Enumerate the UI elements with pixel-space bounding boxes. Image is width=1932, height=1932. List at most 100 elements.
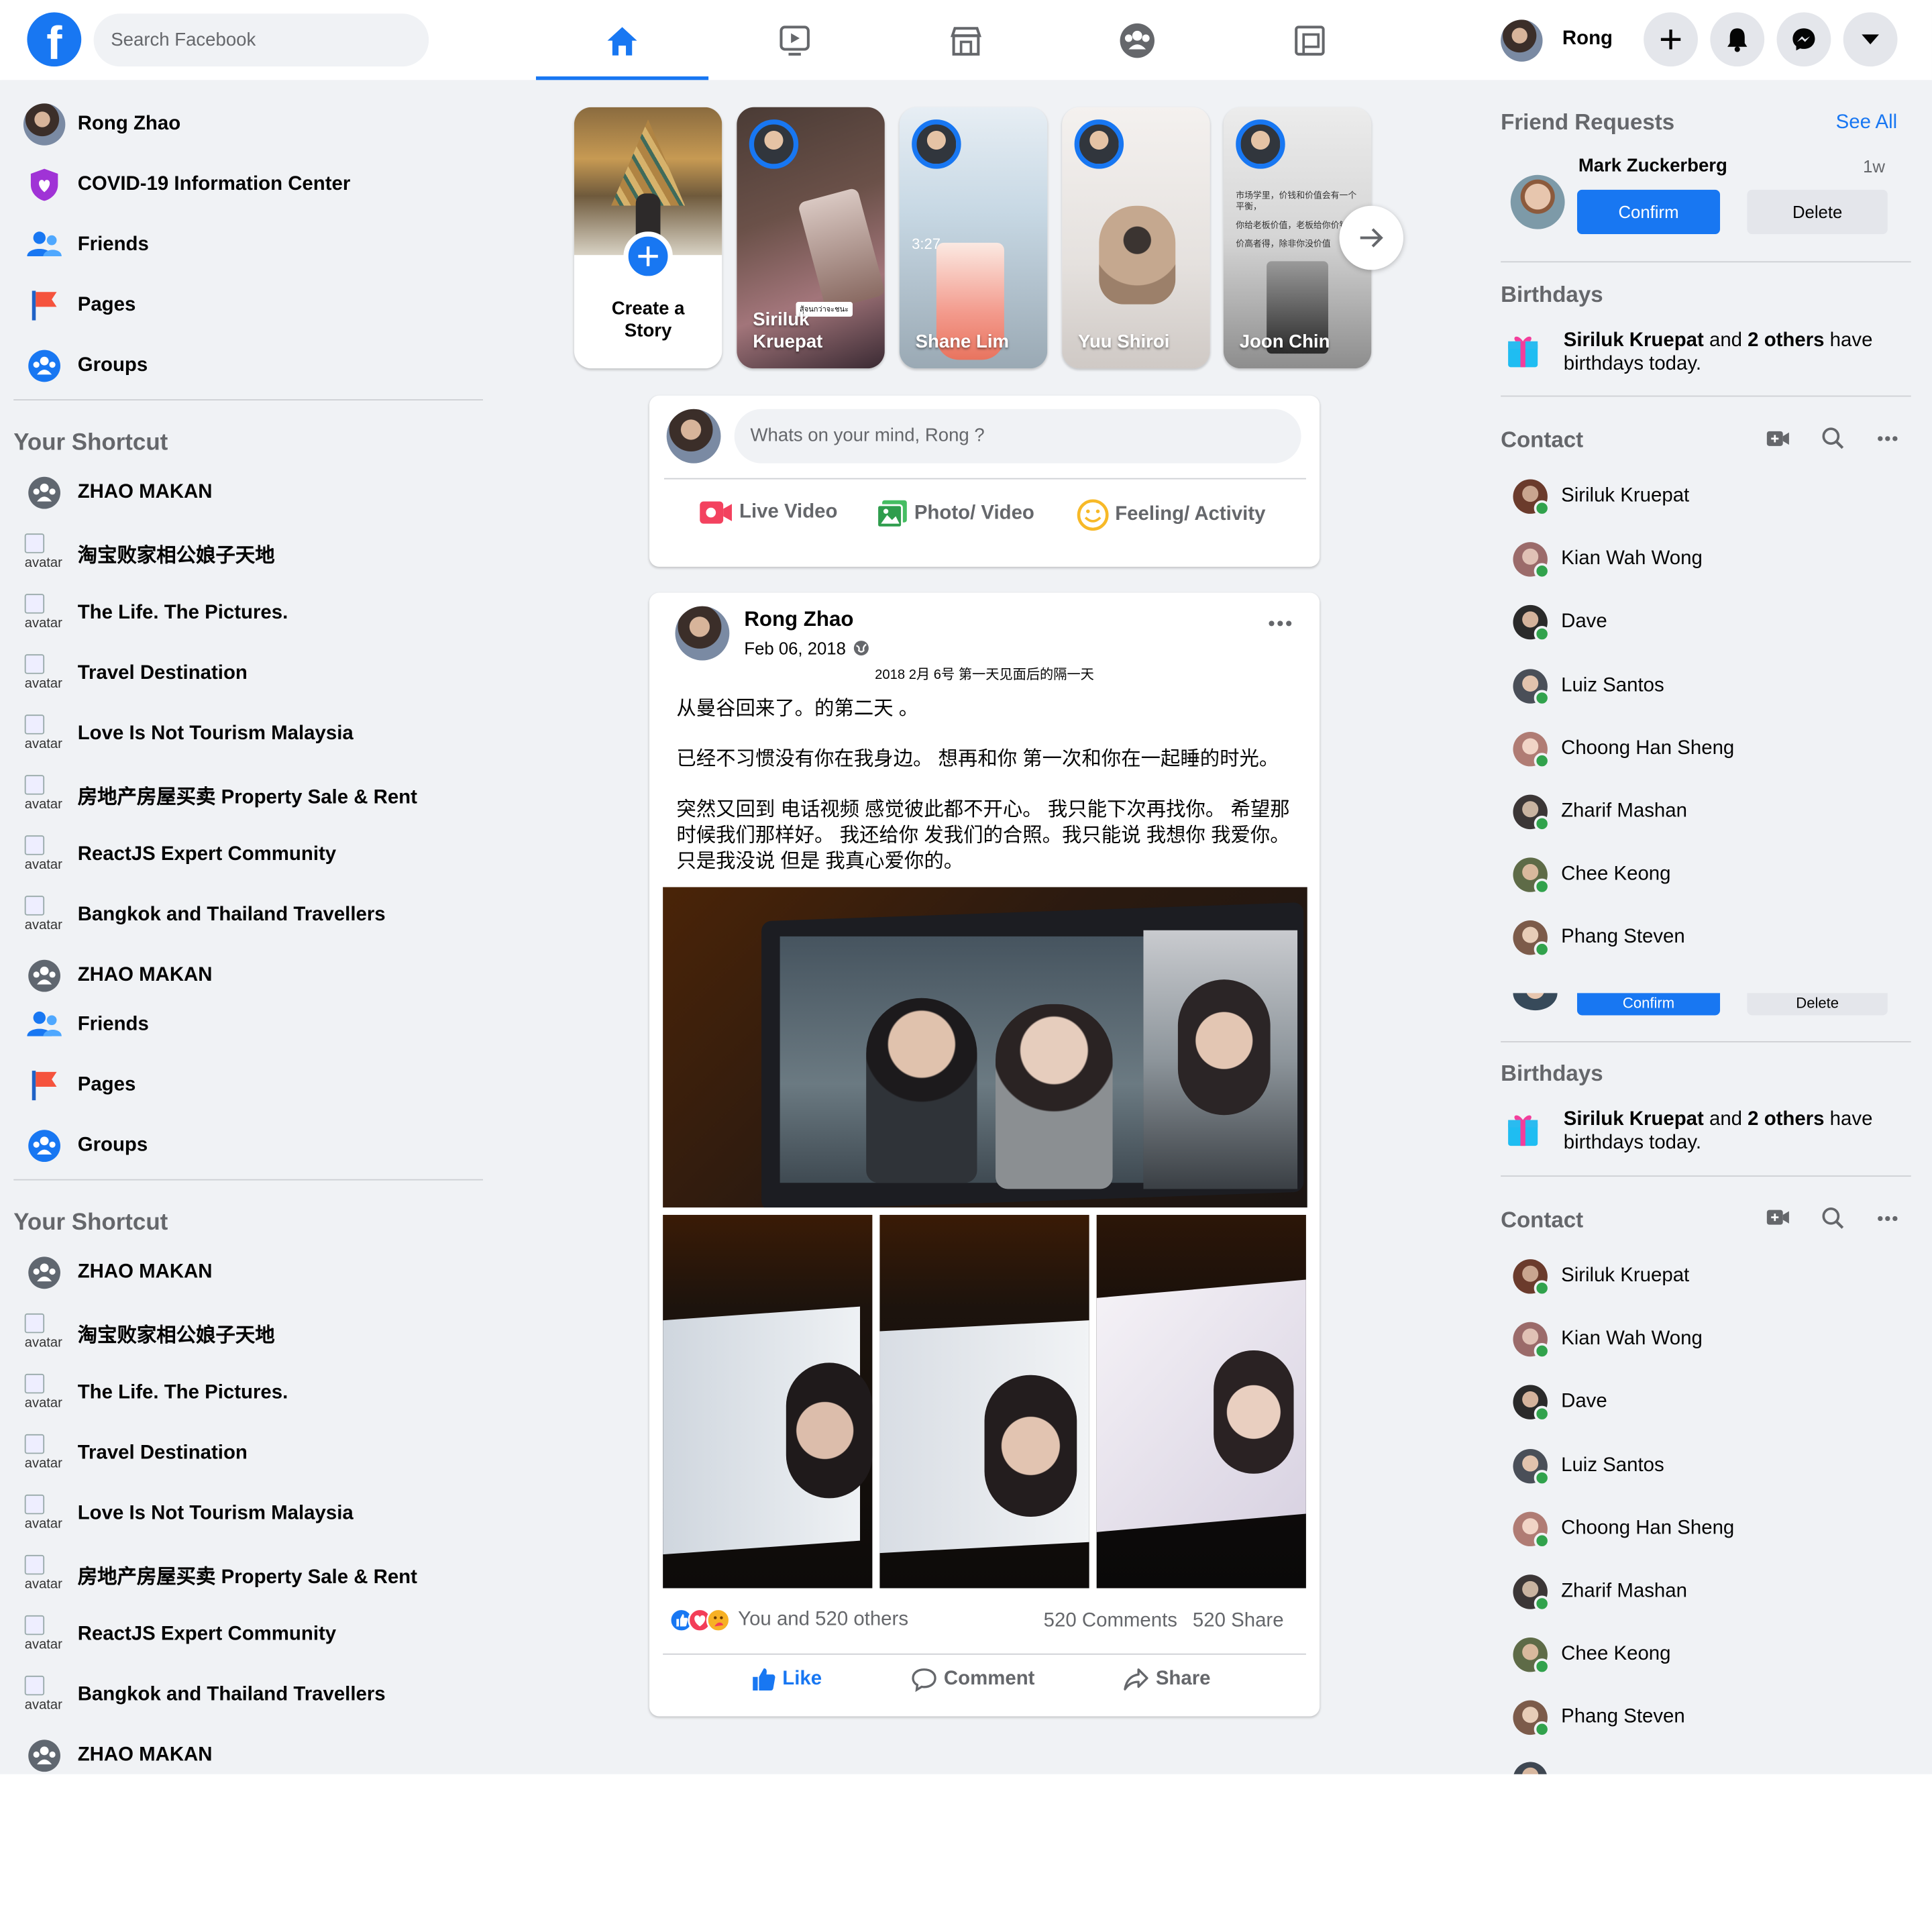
story-card[interactable]: Yuu Shiroi (1062, 107, 1210, 369)
sidebar-item-covid[interactable]: COVID-19 Information Center (22, 160, 350, 209)
post-photo-main[interactable] (663, 887, 1307, 1208)
contact-item[interactable]: Luiz Santos (1513, 1444, 1664, 1488)
contact-item[interactable]: Choong Han Sheng (1513, 727, 1734, 771)
shortcut-item[interactable]: avatar 淘宝败家相公娘子天地 (22, 529, 275, 578)
contact-item[interactable]: Kian Wah Wong (1513, 1318, 1703, 1362)
post-photo[interactable] (663, 1214, 873, 1589)
contact-item[interactable]: Dave (1513, 600, 1607, 645)
user-name[interactable]: Rong (1562, 28, 1613, 50)
video-call-icon[interactable] (1766, 429, 1790, 448)
contact-item[interactable]: Chee Keong (1513, 1633, 1671, 1677)
tab-home[interactable] (535, 0, 709, 80)
birthdays-title: Birthdays (1501, 1061, 1603, 1086)
confirm-button[interactable]: Confirm (1576, 993, 1721, 1016)
shortcut-item[interactable]: avatar 房地产房屋买卖 Property Sale & Rent (22, 1550, 417, 1599)
shares-count[interactable]: 520 Share (1193, 1611, 1284, 1633)
page-bottom-blank (0, 1774, 1932, 1932)
story-card[interactable]: 3:27 Shane Lim (899, 107, 1048, 369)
shortcut-item[interactable]: avatar 房地产房屋买卖 Property Sale & Rent (22, 770, 417, 819)
sidebar-item-friends[interactable]: Friends (22, 1000, 149, 1049)
contact-item[interactable]: Kian Wah Wong (1513, 537, 1703, 582)
tab-watch[interactable] (708, 0, 881, 80)
contact-item[interactable]: Zharif Mashan (1513, 1570, 1687, 1614)
shortcut-item[interactable]: avatar The Life. The Pictures. (22, 1369, 288, 1418)
sidebar-item-pages[interactable]: Pages (22, 281, 136, 330)
composer-input[interactable]: Whats on your mind, Rong ? (734, 409, 1301, 464)
contact-name: Luiz Santos (1561, 674, 1664, 696)
feeling-activity-button[interactable]: Feeling/ Activity (1077, 499, 1265, 531)
create-story-card[interactable]: Create a Story (574, 107, 722, 369)
see-all-link[interactable]: See All (1836, 112, 1897, 134)
shortcut-label: 房地产房屋买卖 Property Sale & Rent (77, 1567, 417, 1589)
shortcut-item[interactable]: avatar Bangkok and Thailand Travellers (22, 1671, 386, 1720)
share-button[interactable]: Share (1122, 1666, 1211, 1693)
contact-item[interactable]: Choong Han Sheng (1513, 1507, 1734, 1551)
shortcut-item[interactable]: avatar The Life. The Pictures. (22, 589, 288, 638)
reactions-summary[interactable]: You and 520 others (669, 1608, 908, 1633)
shortcut-title: Your Shortcut (13, 430, 168, 456)
shortcut-item[interactable]: avatar Bangkok and Thailand Travellers (22, 891, 386, 940)
request-name[interactable]: Mark Zuckerberg (1578, 155, 1727, 176)
search-input[interactable]: Search Facebook (93, 13, 429, 67)
post-author[interactable]: Rong Zhao (744, 607, 853, 632)
delete-button[interactable]: Delete (1747, 189, 1888, 234)
more-icon[interactable] (1876, 1215, 1898, 1222)
sidebar-item-friends[interactable]: Friends (22, 221, 149, 270)
notifications-button[interactable] (1710, 12, 1765, 67)
contact-item[interactable]: Dave (1513, 1381, 1607, 1425)
like-button[interactable]: Like (751, 1666, 822, 1693)
create-button[interactable] (1644, 12, 1698, 67)
contact-item[interactable]: Zharif Mashan (1513, 790, 1687, 834)
shortcut-item[interactable]: avatar Love Is Not Tourism Malaysia (22, 710, 354, 759)
shortcut-item[interactable]: avatar 淘宝败家相公娘子天地 (22, 1309, 275, 1358)
sidebar-profile[interactable]: Rong Zhao (22, 100, 180, 149)
contact-item[interactable]: Phang Steven (1513, 916, 1685, 960)
search-icon[interactable] (1821, 426, 1845, 449)
contact-item[interactable]: Phang Steven (1513, 1696, 1685, 1740)
shortcut-item[interactable]: ZHAO MAKAN (22, 468, 213, 517)
shortcut-item[interactable]: avatar ReactJS Expert Community (22, 830, 336, 879)
search-icon[interactable] (1821, 1206, 1845, 1230)
shortcut-item[interactable]: avatar Travel Destination (22, 1430, 248, 1479)
video-call-icon[interactable] (1766, 1208, 1790, 1227)
request-avatar[interactable] (1510, 174, 1565, 229)
post-author-avatar[interactable] (675, 606, 730, 661)
story-card[interactable]: สู้จนกว่าจะชนะ Siriluk Kruepat (737, 107, 885, 369)
shortcut-item[interactable]: avatar ReactJS Expert Community (22, 1611, 336, 1660)
sidebar-item-groups[interactable]: Groups (22, 341, 148, 390)
comment-button[interactable]: Comment (910, 1666, 1034, 1693)
photo-video-button[interactable]: Photo/ Video (876, 499, 1034, 529)
user-avatar[interactable] (1501, 19, 1543, 62)
tab-gaming[interactable] (1224, 0, 1396, 80)
add-story-button[interactable] (623, 231, 673, 281)
post-photo[interactable] (1096, 1214, 1306, 1589)
contact-item[interactable]: Luiz Santos (1513, 663, 1664, 708)
contact-item[interactable]: Chee Keong (1513, 853, 1671, 897)
shortcut-item[interactable]: avatar Love Is Not Tourism Malaysia (22, 1490, 354, 1539)
sidebar-item-pages[interactable]: Pages (22, 1061, 136, 1110)
shortcut-item[interactable]: avatar Travel Destination (22, 649, 248, 698)
confirm-button[interactable]: Confirm (1576, 189, 1721, 234)
delete-button[interactable]: Delete (1747, 993, 1888, 1016)
comments-count[interactable]: 520 Comments (1044, 1611, 1177, 1633)
contact-item[interactable]: Siriluk Kruepat (1513, 474, 1689, 519)
post-date[interactable]: Feb 06, 2018 (744, 638, 846, 657)
messenger-button[interactable] (1776, 12, 1831, 67)
more-icon[interactable] (1876, 435, 1898, 442)
contact-item[interactable]: Siriluk Kruepat (1513, 1254, 1689, 1299)
shortcut-item[interactable]: ZHAO MAKAN (22, 1248, 213, 1297)
action-label: Comment (943, 1668, 1035, 1690)
sidebar-item-label: Pages (77, 294, 136, 316)
facebook-logo[interactable]: f (27, 12, 82, 67)
tab-marketplace[interactable] (879, 0, 1052, 80)
shortcut-item[interactable]: ZHAO MAKAN (22, 1731, 213, 1780)
shortcut-item[interactable]: ZHAO MAKAN (22, 951, 213, 1000)
post-photo[interactable] (879, 1214, 1089, 1589)
post-more-button[interactable] (1268, 620, 1293, 627)
sidebar-item-groups[interactable]: Groups (22, 1121, 148, 1170)
stories-next-button[interactable] (1339, 205, 1404, 270)
tab-groups[interactable] (1051, 0, 1224, 80)
live-video-button[interactable]: Live Video (698, 499, 837, 526)
contact-name: Chee Keong (1561, 1644, 1671, 1665)
account-menu-button[interactable] (1843, 12, 1898, 67)
